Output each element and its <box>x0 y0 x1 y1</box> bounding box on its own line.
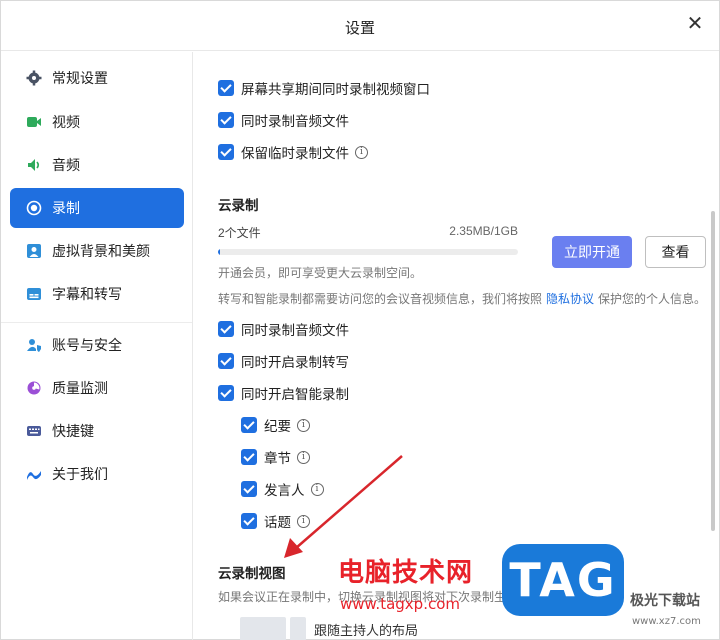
watermark-logo-text: TAG <box>509 553 617 607</box>
annotation-arrow <box>284 455 403 558</box>
watermark-corner-url: www.xz7.com <box>632 616 701 627</box>
watermark-corner-text: 极光下载站 <box>630 593 700 609</box>
watermark-site-name: 电脑技术网 <box>338 558 474 588</box>
watermark-tag-logo: TAG <box>502 544 624 616</box>
watermark-site-url: www.tagxp.com <box>340 595 460 613</box>
